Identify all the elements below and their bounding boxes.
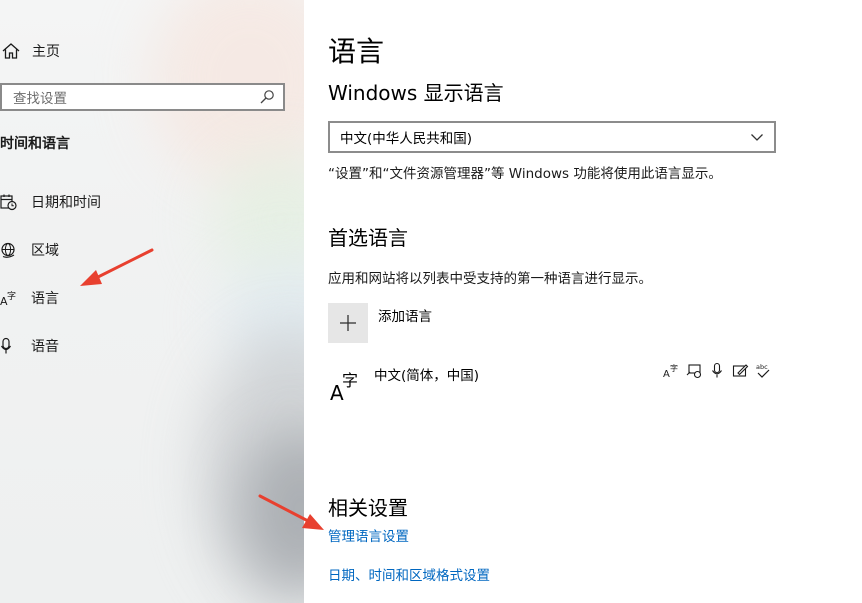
display-language-icon: A 字 [663, 363, 678, 379]
sidebar-section-title: 时间和语言 [0, 136, 70, 152]
search-placeholder: 查找设置 [13, 91, 67, 107]
handwriting-icon [732, 364, 749, 377]
svg-text:字: 字 [670, 363, 678, 373]
sidebar-item-language[interactable]: A 字 语言 [0, 283, 59, 313]
main-content: 语言 Windows 显示语言 中文(中华人民共和国) “设置”和“文件资源管理… [304, 0, 862, 603]
sidebar-item-label: 区域 [31, 243, 59, 259]
speech-recognition-icon [686, 364, 702, 379]
calendar-clock-icon [0, 194, 17, 211]
related-settings-heading: 相关设置 [328, 496, 408, 520]
search-icon [260, 90, 274, 104]
language-list-item[interactable]: A 字 中文(简体，中国) A 字 abc [328, 360, 772, 404]
home-icon [2, 43, 20, 59]
language-icon: A 字 [330, 371, 358, 402]
language-feature-icons: A 字 abc [663, 362, 772, 379]
microphone-icon [712, 362, 722, 378]
sidebar-item-region[interactable]: 区域 [0, 235, 59, 265]
language-name: 中文(简体，中国) [374, 368, 480, 384]
svg-text:字: 字 [342, 371, 358, 390]
sidebar-item-label: 语言 [31, 291, 59, 307]
settings-window: 主页 查找设置 时间和语言 日期和时间 区域 A 字 语言 语音 语言 Wind… [0, 0, 862, 603]
add-language-button[interactable]: 添加语言 [328, 303, 432, 343]
sidebar-home[interactable]: 主页 [0, 36, 60, 66]
display-language-dropdown[interactable]: 中文(中华人民共和国) [328, 121, 776, 153]
plus-icon [340, 315, 356, 331]
microphone-icon [0, 337, 12, 354]
svg-text:abc: abc [756, 363, 768, 371]
sidebar-item-label: 日期和时间 [31, 195, 101, 211]
display-language-heading: Windows 显示语言 [328, 81, 504, 105]
preferred-language-description: 应用和网站将以列表中受支持的第一种语言进行显示。 [328, 271, 652, 287]
sidebar-item-date-time[interactable]: 日期和时间 [0, 187, 101, 217]
sidebar-item-speech[interactable]: 语音 [0, 331, 59, 361]
add-language-label: 添加语言 [378, 309, 432, 325]
svg-text:A: A [663, 369, 670, 379]
language-icon: A 字 [0, 290, 16, 307]
display-language-value: 中文(中华人民共和国) [340, 131, 473, 147]
annotation-arrow [258, 494, 324, 530]
page-title: 语言 [328, 35, 385, 68]
chevron-down-icon [751, 134, 763, 141]
date-time-region-format-link[interactable]: 日期、时间和区域格式设置 [328, 564, 490, 584]
annotation-arrow [80, 248, 154, 286]
add-language-plus [328, 303, 368, 343]
sidebar-item-label: 语音 [31, 339, 59, 355]
manage-language-settings-link[interactable]: 管理语言设置 [328, 525, 409, 545]
search-input[interactable]: 查找设置 [0, 83, 285, 111]
sidebar-home-label: 主页 [32, 44, 60, 60]
globe-icon [1, 242, 15, 258]
spellcheck-icon: abc [756, 363, 770, 378]
svg-text:字: 字 [7, 290, 16, 302]
preferred-language-heading: 首选语言 [328, 226, 408, 250]
display-language-description: “设置”和“文件资源管理器”等 Windows 功能将使用此语言显示。 [328, 166, 722, 182]
